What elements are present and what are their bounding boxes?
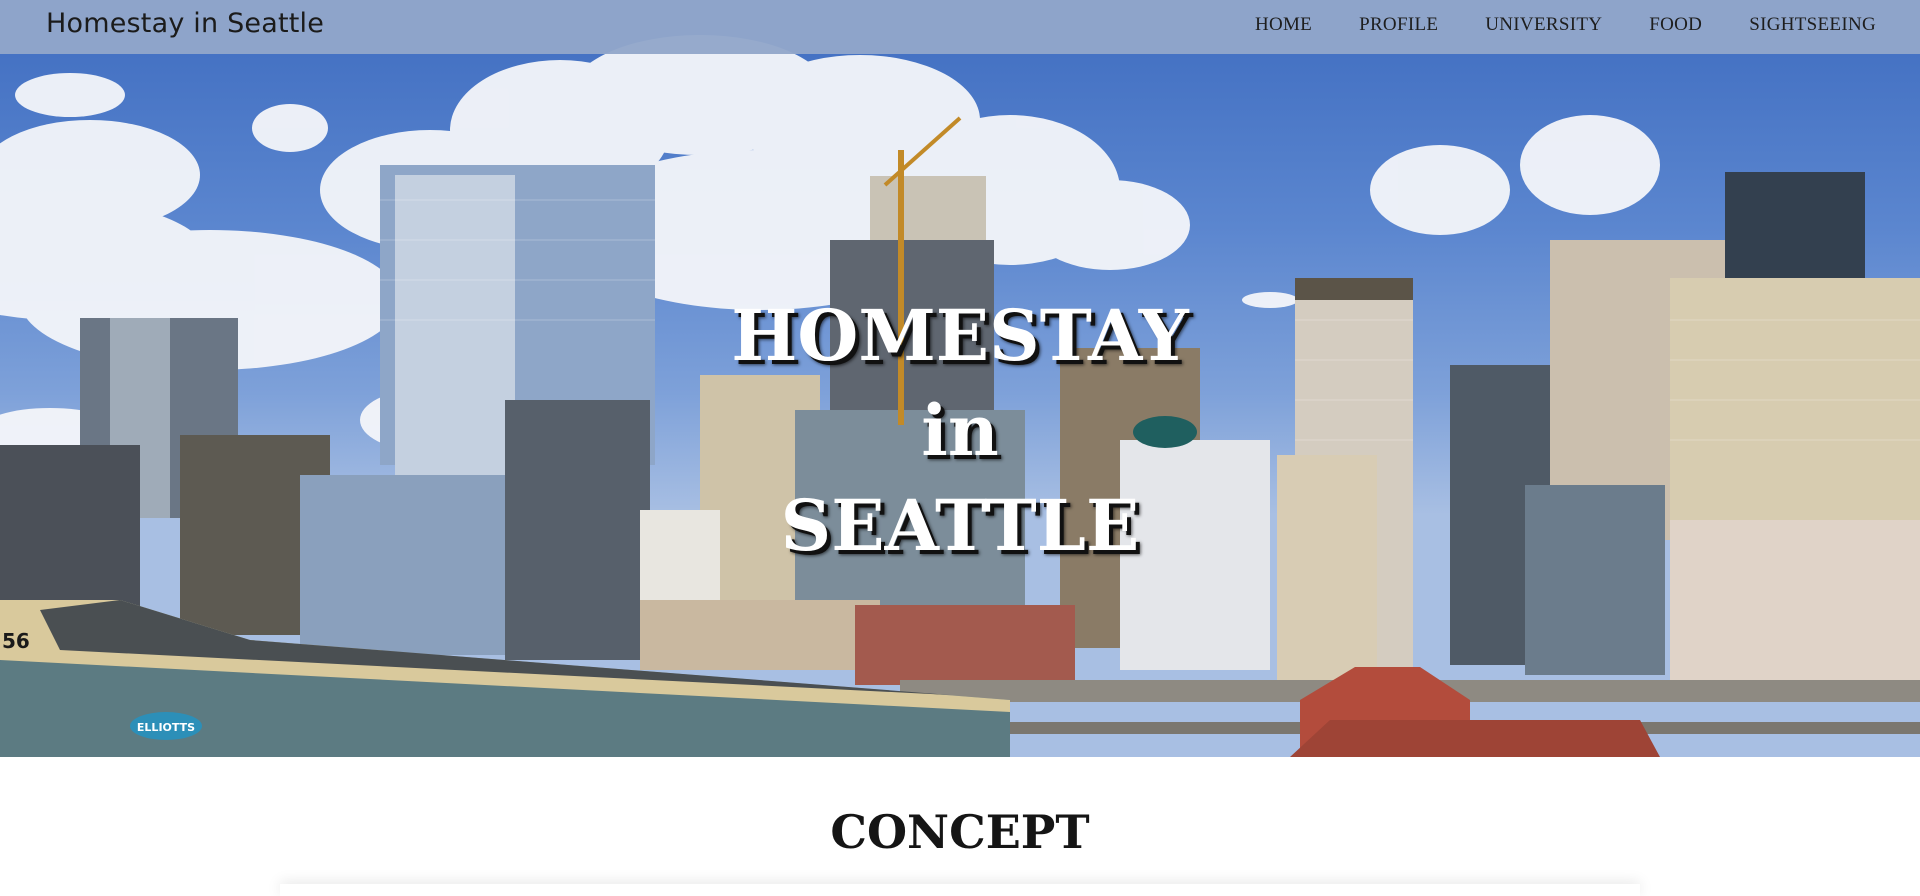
hero-title: HOMESTAY in SEATTLE [710,288,1210,573]
concept-heading: CONCEPT [830,805,1090,859]
nav-menu: HOME PROFILE UNIVERSITY FOOD SIGHTSEEING [1255,14,1876,36]
nav-link-food[interactable]: FOOD [1649,14,1702,36]
nav-link-sightseeing[interactable]: SIGHTSEEING [1749,14,1876,36]
top-navbar: Homestay in Seattle HOME PROFILE UNIVERS… [0,0,1920,54]
hero-title-line-1: HOMESTAY [731,294,1189,377]
nav-link-home[interactable]: HOME [1255,14,1312,36]
hero-title-line-2: in [921,389,999,472]
pier-sign: ELLIOTTS [137,721,195,734]
pier-number: 56 [2,629,30,653]
site-brand[interactable]: Homestay in Seattle [46,8,324,39]
nav-link-university[interactable]: UNIVERSITY [1485,14,1602,36]
nav-link-profile[interactable]: PROFILE [1359,14,1438,36]
concept-card-top [280,884,1640,896]
hero-title-line-3: SEATTLE [780,484,1140,567]
